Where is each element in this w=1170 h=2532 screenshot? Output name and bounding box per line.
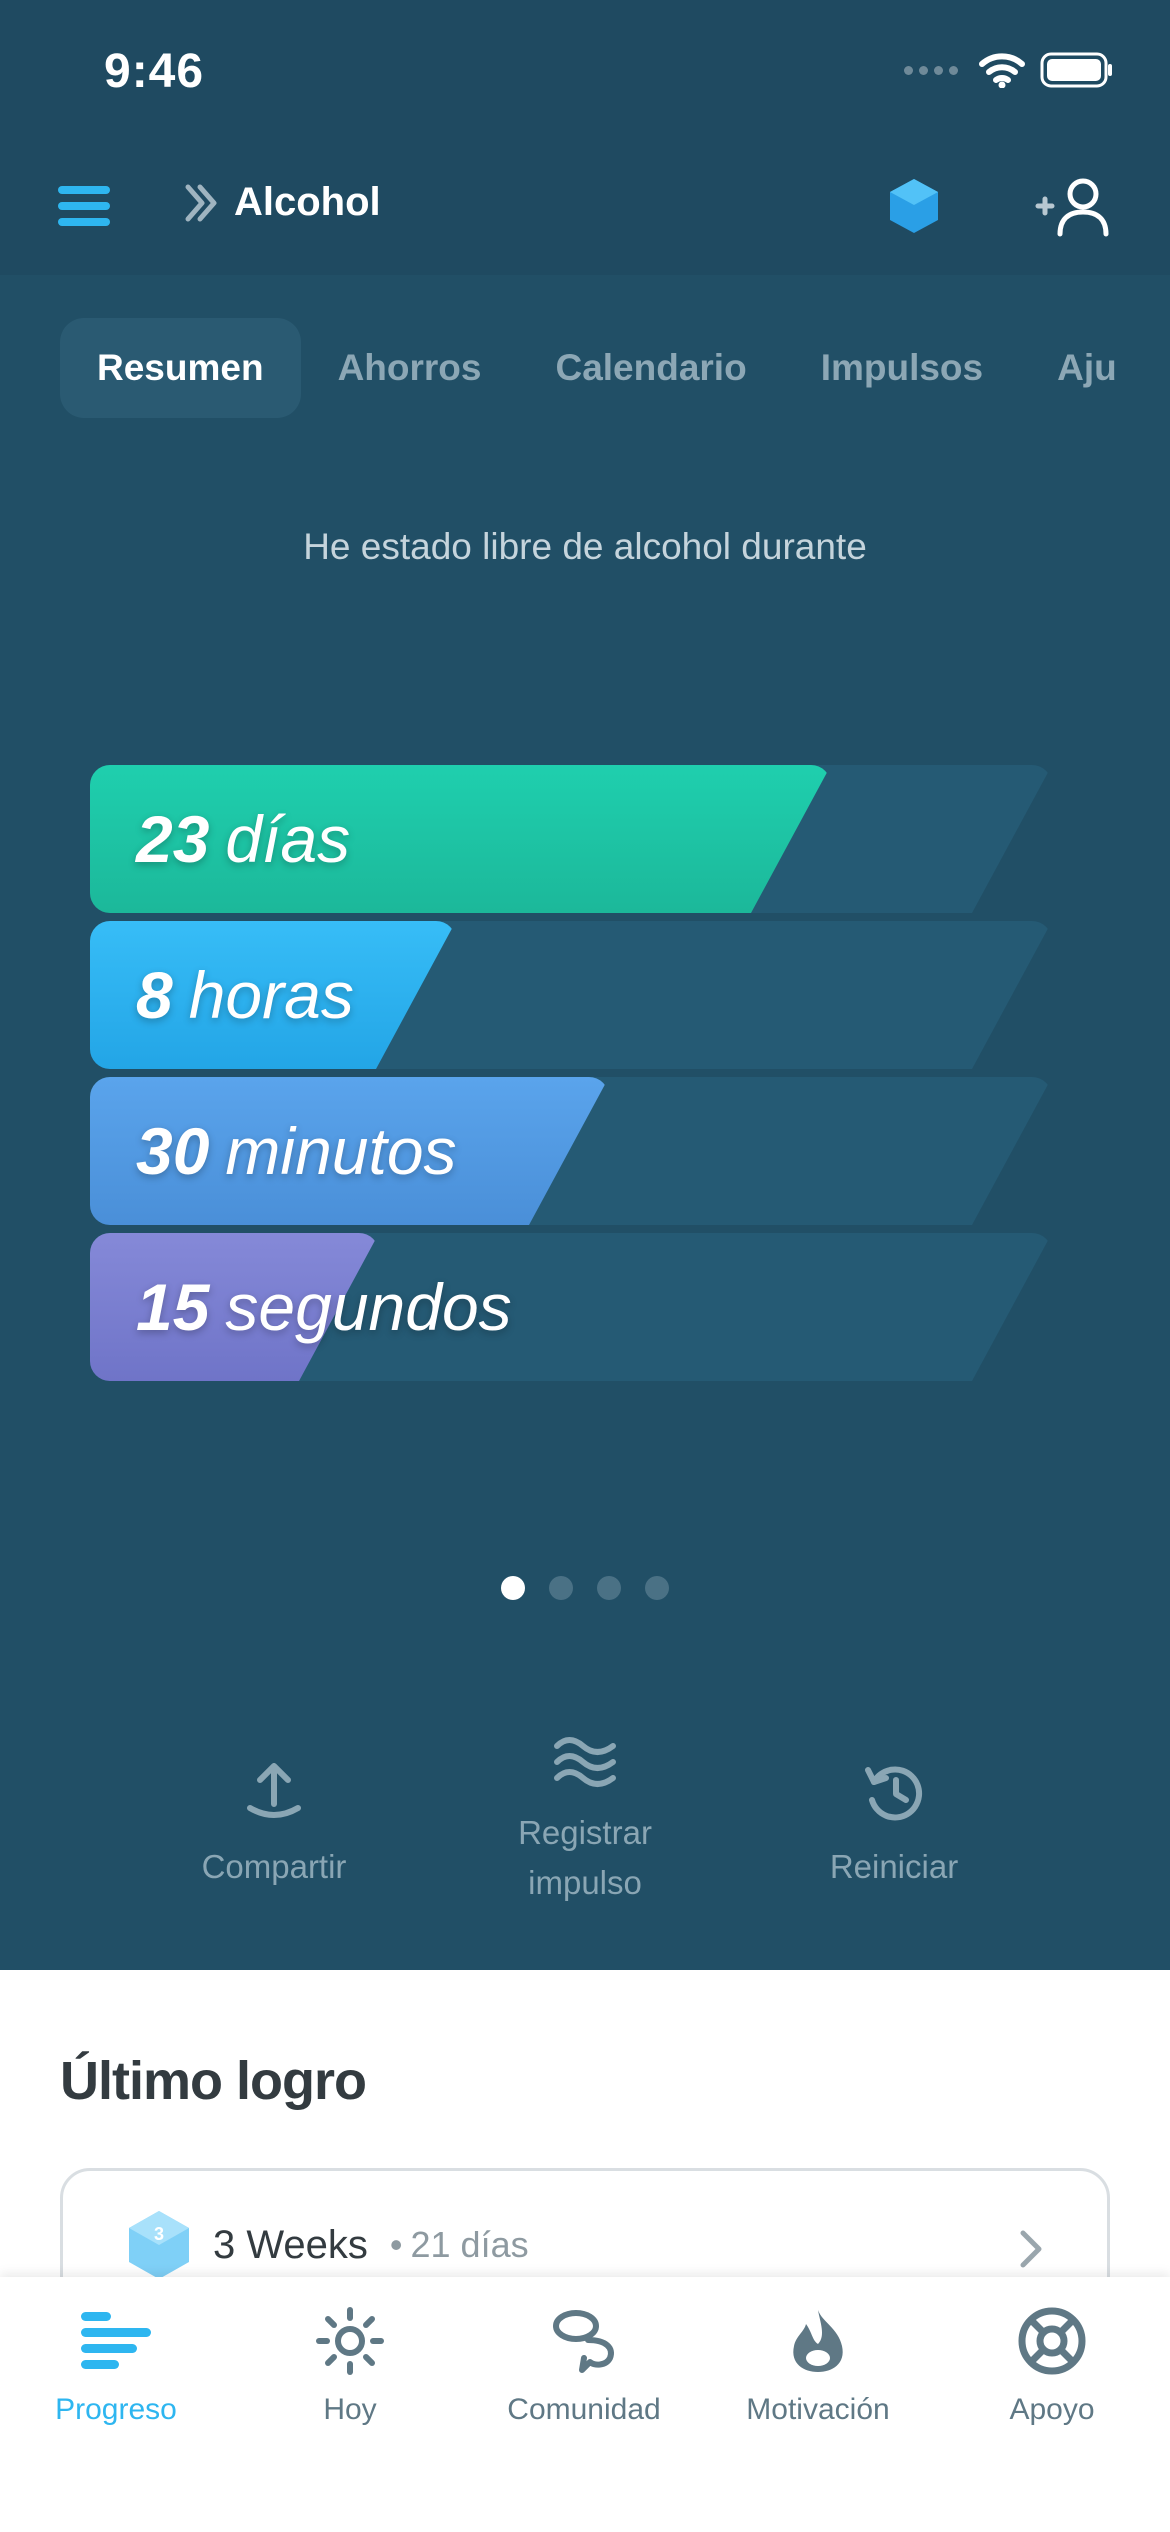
nav-progreso[interactable]: Progreso (16, 2299, 216, 2427)
hours-value: 8 (136, 958, 173, 1032)
seconds-value: 15 (136, 1270, 210, 1344)
status-time: 9:46 (104, 45, 205, 98)
days-unit: días (225, 802, 351, 876)
tab-resumen[interactable]: Resumen (60, 318, 301, 418)
nav-motivacion[interactable]: Motivación (718, 2299, 918, 2427)
page-dot[interactable] (501, 1576, 525, 1600)
minutes-unit: minutos (225, 1114, 457, 1188)
minutes-label: 30 minutos (136, 1077, 457, 1225)
tab-calendario[interactable]: Calendario (518, 318, 783, 418)
reset-button[interactable]: Reiniciar (754, 1740, 1034, 1892)
battery-icon (1040, 52, 1112, 88)
days-label: 23 días (136, 765, 350, 913)
minutes-value: 30 (136, 1114, 210, 1188)
sober-intro-text: He estado libre de alcohol durante (303, 526, 867, 567)
sun-icon (316, 2307, 384, 2375)
navigation-bar: 9:46 Alcohol (0, 0, 1170, 275)
nav-progreso-label: Progreso (55, 2393, 177, 2426)
summary-panel: 9:46 Alcohol Resumen Ahorros Calendario … (0, 0, 1170, 1970)
hours-unit: horas (188, 958, 354, 1032)
add-friend-icon (1035, 178, 1109, 237)
days-bar: 23 días (90, 765, 1052, 913)
nav-comunidad-label: Comunidad (507, 2393, 661, 2426)
seconds-bar: 15 segundos (90, 1233, 1052, 1381)
wifi-icon (979, 53, 1025, 88)
days-value: 23 (136, 802, 210, 876)
community-icon (553, 2310, 614, 2373)
nav-apoyo[interactable]: Apoyo (952, 2299, 1152, 2427)
hexagon-badge-button[interactable] (888, 177, 940, 240)
achievement-badge-icon: 3 (129, 2211, 189, 2279)
page-title: Alcohol (234, 180, 381, 224)
section-tabs: Resumen Ahorros Calendario Impulsos Aju (60, 318, 1154, 418)
achievement-separator: • (389, 2224, 403, 2265)
tab-impulsos[interactable]: Impulsos (784, 318, 1020, 418)
waves-icon (554, 1737, 616, 1787)
share-label: Compartir (201, 1848, 347, 1885)
nav-motivacion-label: Motivación (746, 2393, 890, 2426)
minutes-bar: 30 minutos (90, 1077, 1052, 1225)
page-dot[interactable] (645, 1576, 669, 1600)
breadcrumb[interactable]: Alcohol (184, 180, 381, 225)
page-dot[interactable] (597, 1576, 621, 1600)
hours-bar: 8 horas (90, 921, 1052, 1069)
nav-comunidad[interactable]: Comunidad (484, 2299, 684, 2427)
sober-time-bars[interactable]: 23 días 8 horas 30 minutos 15 segundos (90, 765, 1052, 1389)
history-icon (865, 1766, 923, 1821)
lifebuoy-icon (1018, 2307, 1086, 2375)
signal-dots-icon (904, 65, 958, 75)
achievement-days: 21 días (410, 2224, 529, 2265)
nav-hoy[interactable]: Hoy (250, 2299, 450, 2427)
bottom-tab-bar: Progreso Hoy Comunidad Motivación Apoyo (0, 2277, 1170, 2532)
flame-icon (793, 2310, 843, 2372)
share-button[interactable]: Compartir (134, 1740, 414, 1892)
tab-ajustes[interactable]: Aju (1020, 318, 1154, 418)
menu-button[interactable] (58, 186, 110, 226)
log-craving-button[interactable]: Registrar impulso (445, 1716, 725, 1908)
nav-apoyo-label: Apoyo (1009, 2393, 1095, 2426)
page-indicator[interactable] (0, 1576, 1170, 1600)
progress-icon (81, 2312, 151, 2369)
hexagon-icon (890, 179, 938, 233)
latest-achievement-title: Último logro (60, 2051, 367, 2111)
seconds-unit: segundos (225, 1270, 512, 1344)
log-craving-label: Registrar impulso (518, 1814, 652, 1901)
achievement-badge-number: 3 (154, 2224, 164, 2244)
tab-ahorros[interactable]: Ahorros (301, 318, 519, 418)
reset-label: Reiniciar (829, 1848, 959, 1885)
seconds-label: 15 segundos (136, 1233, 512, 1381)
add-friend-button[interactable] (1030, 176, 1114, 243)
chevron-right-icon (1020, 2230, 1042, 2268)
achievement-name: 3 Weeks (213, 2222, 368, 2267)
double-chevron-right-icon (185, 184, 217, 221)
nav-hoy-label: Hoy (323, 2393, 377, 2426)
share-icon (247, 1763, 301, 1818)
status-indicators (904, 52, 1114, 88)
hours-label: 8 horas (136, 921, 354, 1069)
page-dot[interactable] (549, 1576, 573, 1600)
